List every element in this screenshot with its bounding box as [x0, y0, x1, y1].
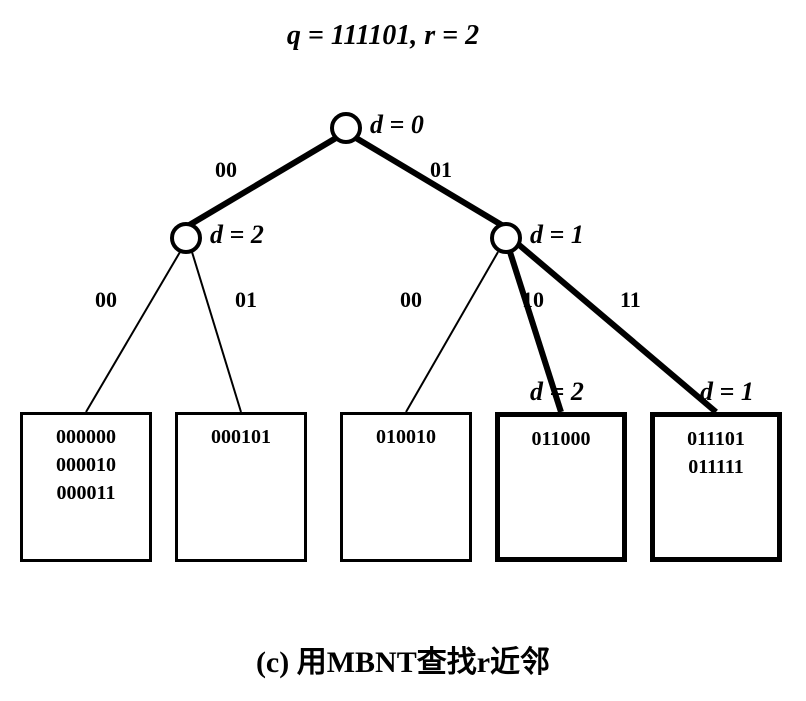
leaf-value: 000101	[182, 423, 300, 451]
leaf-3: 011000	[495, 412, 627, 562]
edge-left-leaf0	[86, 252, 180, 412]
leaf-value: 000000	[27, 423, 145, 451]
node-right	[490, 222, 522, 254]
node-right-label: d = 1	[530, 220, 584, 250]
node-left-label: d = 2	[210, 220, 264, 250]
edge-label-00b: 00	[95, 287, 117, 313]
edge-label-01a: 01	[430, 157, 452, 183]
edge-label-00a: 00	[215, 157, 237, 183]
leaf4-dlabel: d = 1	[700, 377, 754, 407]
leaf-value: 000010	[27, 451, 145, 479]
leaf-value: 011000	[504, 425, 618, 453]
leaf3-dlabel: d = 2	[530, 377, 584, 407]
node-root-label: d = 0	[370, 110, 424, 140]
edge-label-00c: 00	[400, 287, 422, 313]
tree-diagram: d = 0 d = 2 d = 1 00 01 00 01 00 10 11 d…	[20, 62, 780, 562]
tree-title: q = 111101, r = 2	[0, 20, 786, 52]
edge-label-10: 10	[522, 287, 544, 313]
leaf-value: 011101	[659, 425, 773, 453]
leaf-0: 000000 000010 000011	[20, 412, 152, 562]
node-root	[330, 112, 362, 144]
leaf-4: 011101 011111	[650, 412, 782, 562]
edge-right-leaf2	[406, 252, 498, 412]
node-left	[170, 222, 202, 254]
edge-label-11: 11	[620, 287, 641, 313]
leaf-value: 011111	[659, 453, 773, 481]
edge-left-leaf1	[192, 252, 241, 412]
leaf-1: 000101	[175, 412, 307, 562]
figure-caption: (c) 用MBNT查找r近邻	[0, 637, 806, 681]
edge-root-left	[186, 138, 336, 227]
edge-label-01b: 01	[235, 287, 257, 313]
leaf-value: 000011	[27, 479, 145, 507]
leaf-2: 010010	[340, 412, 472, 562]
leaf-value: 010010	[347, 423, 465, 451]
